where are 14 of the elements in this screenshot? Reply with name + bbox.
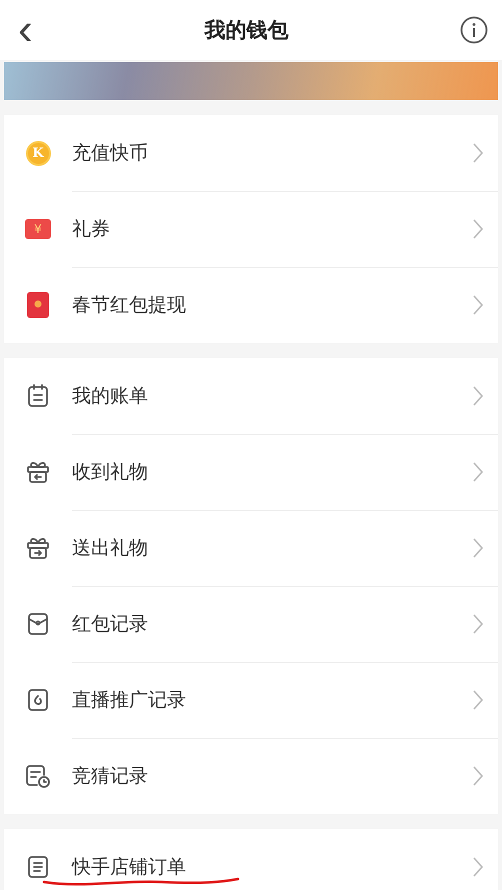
menu-item[interactable]: 我的账单 xyxy=(72,382,148,408)
ticket-icon: ¥ xyxy=(25,219,51,239)
menu-item[interactable]: 直播推广记录 xyxy=(72,686,186,712)
menu-item[interactable]: 春节红包提现 xyxy=(72,292,186,318)
menu-item[interactable]: 送出礼物 xyxy=(72,534,148,560)
coin-icon: K xyxy=(26,140,50,166)
menu-item[interactable]: 礼券 xyxy=(72,216,110,242)
back-button[interactable]: ‹ xyxy=(18,8,33,52)
menu-item[interactable]: 收到礼物 xyxy=(72,458,148,484)
menu-item[interactable]: 竞猜记录 xyxy=(72,763,148,789)
menu-item[interactable]: 充值快币 xyxy=(72,140,148,166)
page-title: 我的钱包 xyxy=(204,17,288,44)
menu-item[interactable]: 红包记录 xyxy=(72,610,148,636)
menu-item[interactable]: 快手店铺订单 xyxy=(72,854,186,880)
